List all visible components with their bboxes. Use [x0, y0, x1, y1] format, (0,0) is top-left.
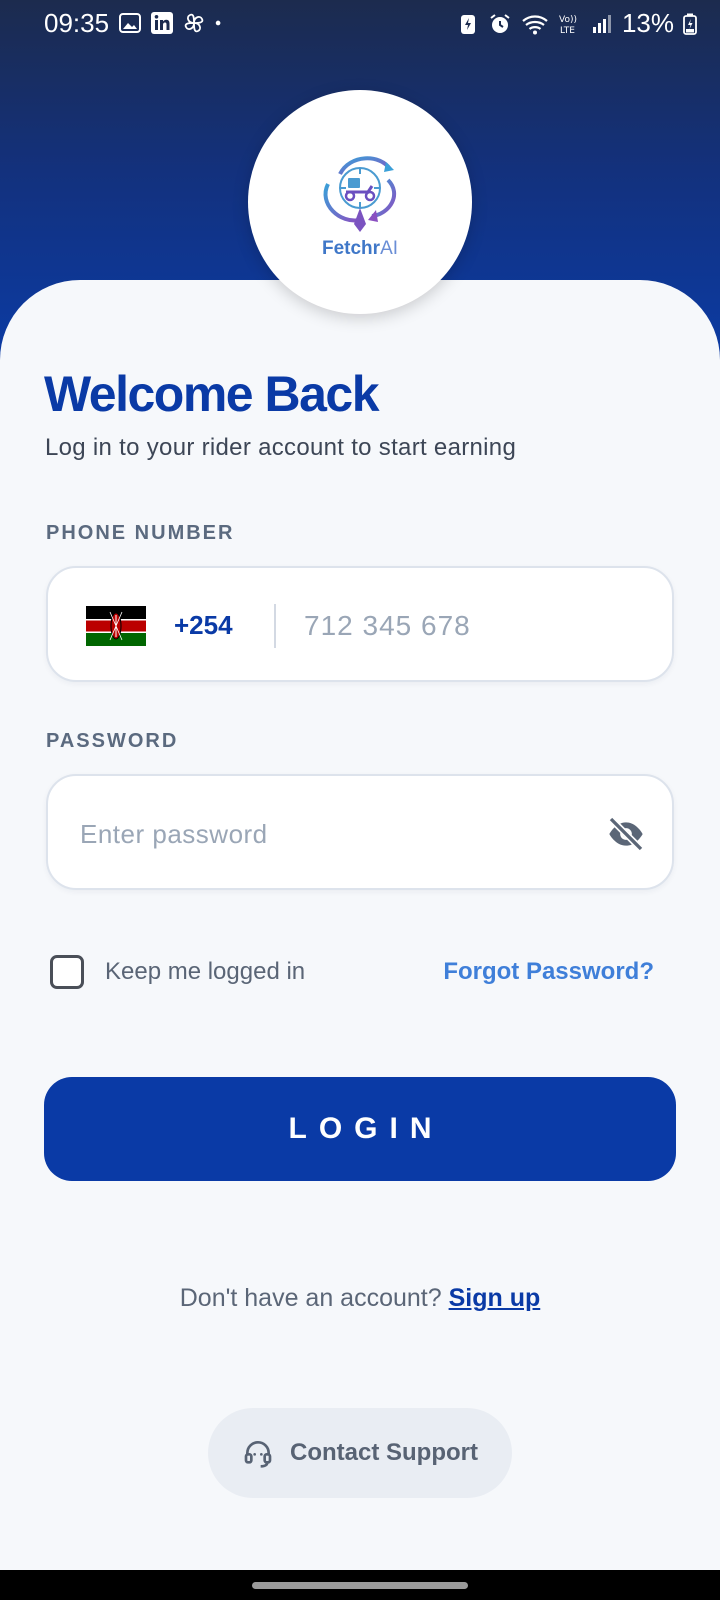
field-divider — [274, 604, 276, 648]
navigation-bar — [0, 1570, 720, 1600]
login-button[interactable]: LOGIN — [44, 1077, 676, 1181]
contact-support-label: Contact Support — [290, 1439, 478, 1466]
signup-row: Don't have an account? Sign up — [0, 1284, 720, 1313]
signup-link[interactable]: Sign up — [449, 1284, 541, 1312]
home-gesture-handle[interactable] — [252, 1582, 468, 1589]
pinwheel-icon — [184, 13, 204, 33]
page-title: Welcome Back — [44, 366, 380, 422]
brand-name: FetchrAI — [321, 238, 399, 259]
keep-logged-in-label[interactable]: Keep me logged in — [105, 958, 305, 986]
svg-text:LTE: LTE — [560, 26, 575, 36]
wifi-icon — [522, 14, 548, 34]
login-card — [0, 280, 720, 1570]
status-bar: 09:35 Vo)) LTE 13% — [0, 0, 720, 48]
brand-logo: FetchrAI — [248, 90, 472, 314]
password-label: PASSWORD — [46, 730, 179, 752]
password-input[interactable] — [80, 806, 560, 862]
signup-prompt: Don't have an account? — [179, 1284, 442, 1312]
volte-icon: Vo))LTE — [559, 15, 577, 36]
linkedin-icon — [151, 12, 173, 34]
contact-support-button[interactable]: Contact Support — [208, 1408, 512, 1498]
gallery-icon — [119, 13, 141, 33]
phone-input[interactable] — [304, 598, 644, 654]
dot-icon — [215, 20, 221, 26]
alarm-icon — [490, 13, 510, 33]
kenya-flag-icon[interactable] — [86, 606, 146, 646]
status-time: 09:35 — [44, 8, 110, 38]
forgot-password-link[interactable]: Forgot Password? — [443, 958, 654, 986]
country-code[interactable]: +254 — [174, 610, 233, 641]
page-subtitle: Log in to your rider account to start ea… — [45, 434, 517, 461]
delivery-logo-icon — [323, 156, 396, 232]
phone-number-field: +254 — [46, 566, 674, 682]
signal-icon — [592, 14, 611, 33]
phone-number-label: PHONE NUMBER — [46, 522, 235, 544]
battery-saver-icon — [460, 14, 475, 34]
svg-text:Vo)): Vo)) — [559, 15, 577, 25]
password-field — [46, 774, 674, 890]
headset-icon — [244, 1441, 272, 1468]
eye-off-icon[interactable] — [606, 814, 646, 854]
battery-percentage: 13% — [621, 8, 674, 38]
keep-logged-in-checkbox[interactable] — [50, 955, 84, 989]
battery-icon — [683, 13, 697, 35]
